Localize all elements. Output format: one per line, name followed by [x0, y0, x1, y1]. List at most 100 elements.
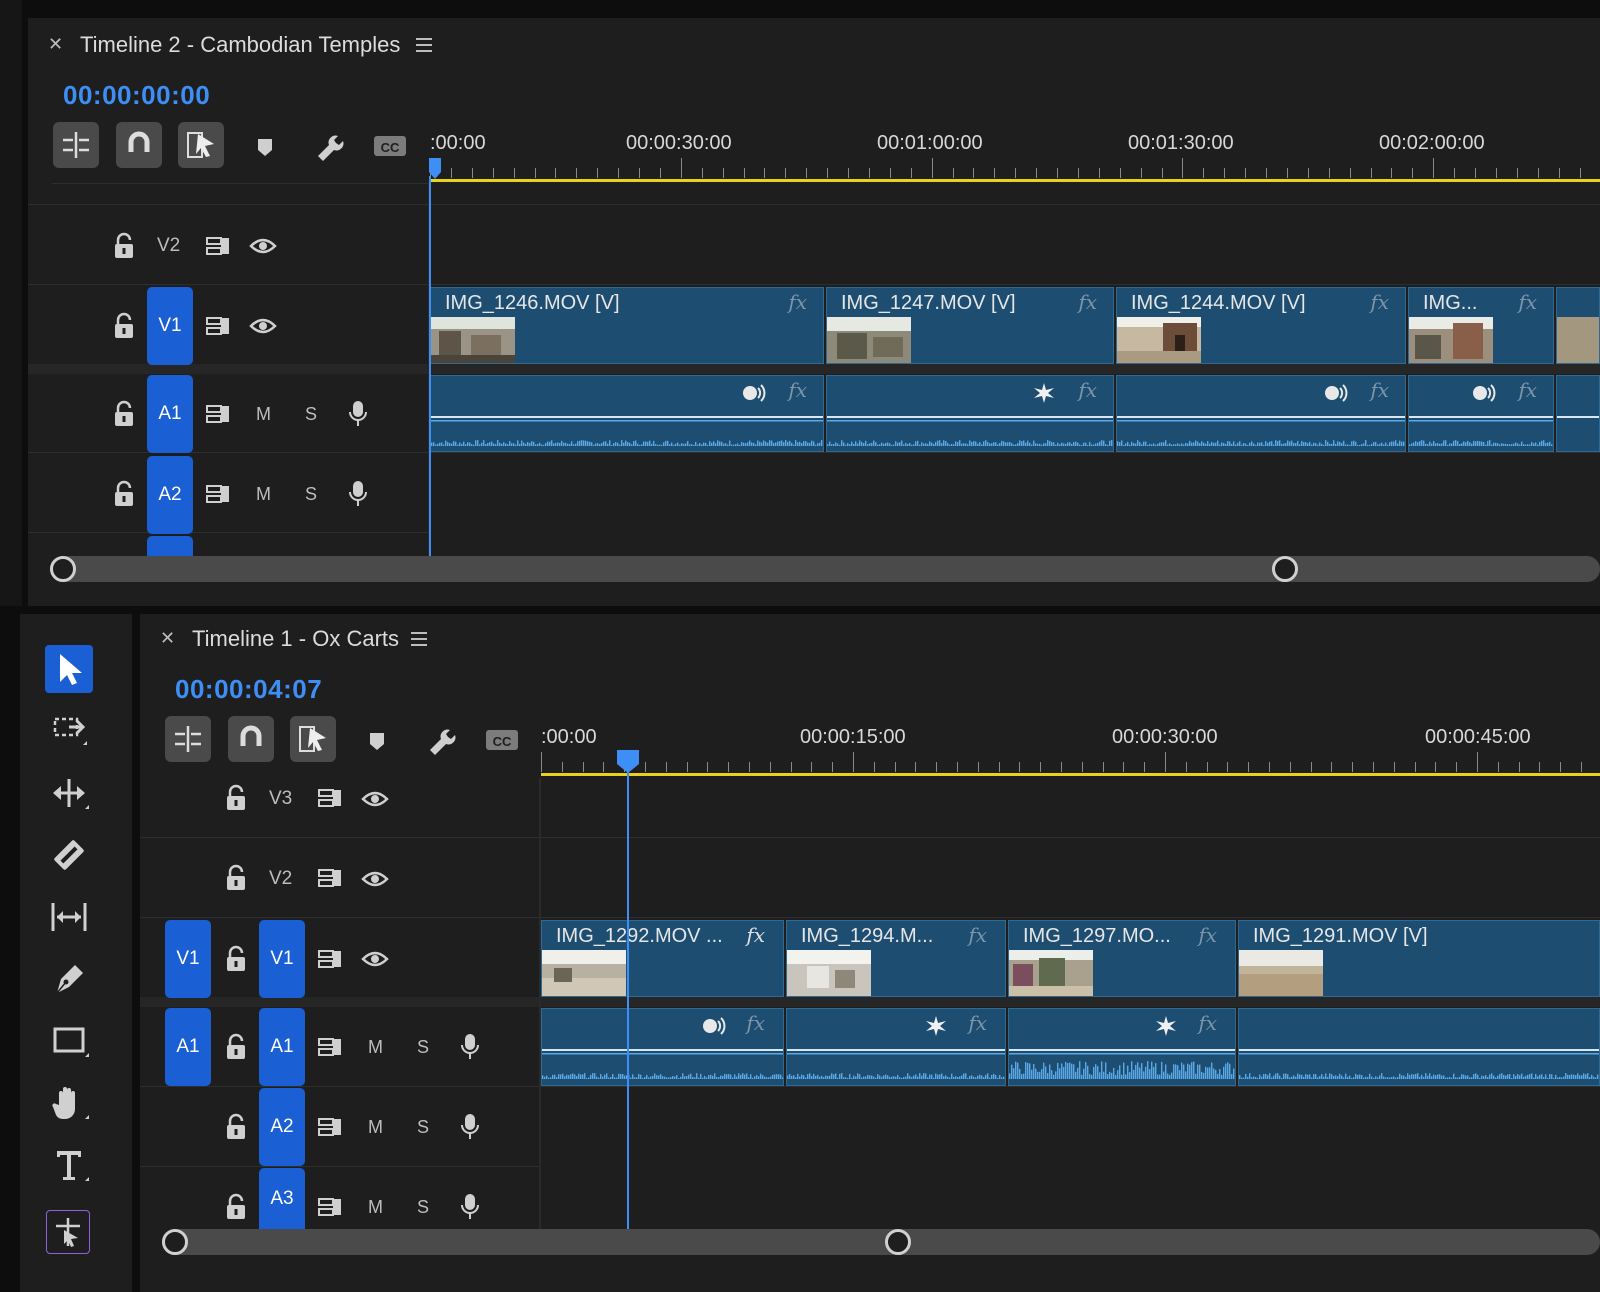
- sync-lock-icon[interactable]: [317, 948, 343, 970]
- video-clip[interactable]: IMG_1244.MOV [V] fx: [1116, 287, 1406, 364]
- microphone-icon[interactable]: [460, 1113, 480, 1141]
- tab-title-timeline1[interactable]: Timeline 1 - Ox Carts: [192, 626, 399, 652]
- captions-icon[interactable]: CC: [373, 134, 407, 158]
- selection-tool[interactable]: [45, 645, 93, 693]
- eye-icon[interactable]: [361, 789, 389, 809]
- video-clip[interactable]: IMG... fx: [1408, 287, 1554, 364]
- playhead-line[interactable]: [429, 176, 431, 556]
- lock-track-icon[interactable]: [112, 312, 136, 340]
- audio-clip[interactable]: [1556, 375, 1600, 452]
- lock-track-icon[interactable]: [224, 1113, 248, 1141]
- marker-icon[interactable]: [253, 135, 277, 159]
- close-tab-icon[interactable]: ✕: [48, 34, 63, 55]
- scroll-handle-right[interactable]: [885, 1229, 911, 1255]
- sync-lock-icon[interactable]: [205, 403, 231, 425]
- time-ruler[interactable]: :00:00 00:00:15:00 00:00:30:00 00:00:45:…: [541, 716, 1600, 778]
- audio-clip[interactable]: [1238, 1008, 1600, 1086]
- tab-title-timeline2[interactable]: Timeline 2 - Cambodian Temples: [80, 32, 400, 58]
- microphone-icon[interactable]: [348, 480, 368, 508]
- track-target-v1[interactable]: V1: [147, 287, 193, 365]
- source-patch-v1[interactable]: V1: [165, 920, 211, 998]
- nest-toggle-button[interactable]: [165, 716, 211, 762]
- video-clip[interactable]: IMG_1294.M... fx: [786, 920, 1006, 997]
- track-target-a2[interactable]: A2: [259, 1088, 305, 1166]
- audio-effect-icon[interactable]: [741, 382, 767, 404]
- track-divider[interactable]: [539, 778, 541, 1230]
- track-target-a1[interactable]: A1: [259, 1008, 305, 1086]
- video-clip[interactable]: IMG_1291.MOV [V]: [1238, 920, 1600, 997]
- video-clip[interactable]: [1556, 287, 1600, 364]
- scroll-handle-right[interactable]: [1272, 556, 1298, 582]
- fx-badge[interactable]: fx: [1078, 290, 1097, 314]
- track-target-a3-partial[interactable]: [147, 536, 193, 556]
- timecode-display[interactable]: 00:00:04:07: [175, 674, 322, 705]
- sync-lock-icon[interactable]: [205, 483, 231, 505]
- sync-lock-icon[interactable]: [205, 235, 231, 257]
- sync-lock-icon[interactable]: [317, 787, 343, 809]
- razor-tool[interactable]: [45, 831, 93, 879]
- lock-track-icon[interactable]: [224, 945, 248, 973]
- audio-clip[interactable]: fx: [1408, 375, 1554, 452]
- panel-menu-icon[interactable]: [416, 38, 432, 52]
- lock-track-icon[interactable]: [224, 1193, 248, 1221]
- fx-badge[interactable]: fx: [1078, 378, 1097, 402]
- audio-clip[interactable]: fx: [826, 375, 1114, 452]
- audio-clip[interactable]: fx: [541, 1008, 784, 1086]
- horizontal-zoom-scrollbar[interactable]: [50, 556, 1600, 582]
- solo-button[interactable]: S: [305, 484, 317, 505]
- audio-clip[interactable]: fx: [1008, 1008, 1236, 1086]
- microphone-icon[interactable]: [460, 1033, 480, 1061]
- time-ruler[interactable]: :00:00 00:00:30:00 00:01:00:00 00:01:30:…: [430, 122, 1600, 184]
- lock-track-icon[interactable]: [112, 400, 136, 428]
- fx-badge[interactable]: fx: [1370, 290, 1389, 314]
- mute-button[interactable]: M: [256, 484, 271, 505]
- close-tab-icon[interactable]: ✕: [160, 628, 175, 649]
- fx-badge[interactable]: fx: [1518, 290, 1537, 314]
- solo-button[interactable]: S: [417, 1037, 429, 1058]
- work-area-bar[interactable]: [541, 773, 1600, 776]
- lock-track-icon[interactable]: [112, 480, 136, 508]
- transition-star-icon[interactable]: [1155, 1015, 1177, 1037]
- fx-badge[interactable]: fx: [788, 378, 807, 402]
- track-target-a1[interactable]: A1: [147, 375, 193, 453]
- panel-menu-icon[interactable]: [411, 632, 427, 646]
- scroll-handle-left[interactable]: [162, 1229, 188, 1255]
- track-target-a3[interactable]: A3: [259, 1168, 305, 1230]
- ripple-edit-tool[interactable]: [45, 769, 93, 817]
- fx-badge[interactable]: fx: [1518, 378, 1537, 402]
- sync-lock-icon[interactable]: [317, 1196, 343, 1218]
- mute-button[interactable]: M: [256, 404, 271, 425]
- video-clip[interactable]: IMG_1292.MOV ... fx: [541, 920, 784, 997]
- video-clip[interactable]: IMG_1247.MOV [V] fx: [826, 287, 1114, 364]
- playhead-line[interactable]: [627, 770, 629, 1230]
- linked-selection-button[interactable]: [178, 122, 224, 168]
- lock-track-icon[interactable]: [224, 864, 248, 892]
- audio-effect-icon[interactable]: [701, 1015, 727, 1037]
- fx-badge[interactable]: fx: [746, 923, 765, 947]
- track-target-a2[interactable]: A2: [147, 456, 193, 534]
- sync-lock-icon[interactable]: [317, 1036, 343, 1058]
- timecode-display[interactable]: 00:00:00:00: [63, 80, 210, 111]
- sync-lock-icon[interactable]: [317, 1116, 343, 1138]
- audio-effect-icon[interactable]: [1323, 382, 1349, 404]
- snap-button[interactable]: [116, 122, 162, 168]
- microphone-icon[interactable]: [348, 400, 368, 428]
- eye-icon[interactable]: [249, 316, 277, 336]
- lock-track-icon[interactable]: [224, 784, 248, 812]
- microphone-icon[interactable]: [460, 1193, 480, 1221]
- eye-icon[interactable]: [361, 949, 389, 969]
- solo-button[interactable]: S: [417, 1197, 429, 1218]
- fx-badge[interactable]: fx: [788, 290, 807, 314]
- video-clip[interactable]: IMG_1246.MOV [V] fx: [430, 287, 824, 364]
- mute-button[interactable]: M: [368, 1197, 383, 1218]
- video-clip[interactable]: IMG_1297.MO... fx: [1008, 920, 1236, 997]
- eye-icon[interactable]: [361, 869, 389, 889]
- captions-icon[interactable]: CC: [485, 728, 519, 752]
- type-tool[interactable]: [45, 1141, 93, 1189]
- eye-icon[interactable]: [249, 236, 277, 256]
- lock-track-icon[interactable]: [112, 232, 136, 260]
- source-patch-a1[interactable]: A1: [165, 1008, 211, 1086]
- sync-lock-icon[interactable]: [205, 315, 231, 337]
- hand-tool[interactable]: [45, 1079, 93, 1127]
- slip-tool[interactable]: [45, 893, 93, 941]
